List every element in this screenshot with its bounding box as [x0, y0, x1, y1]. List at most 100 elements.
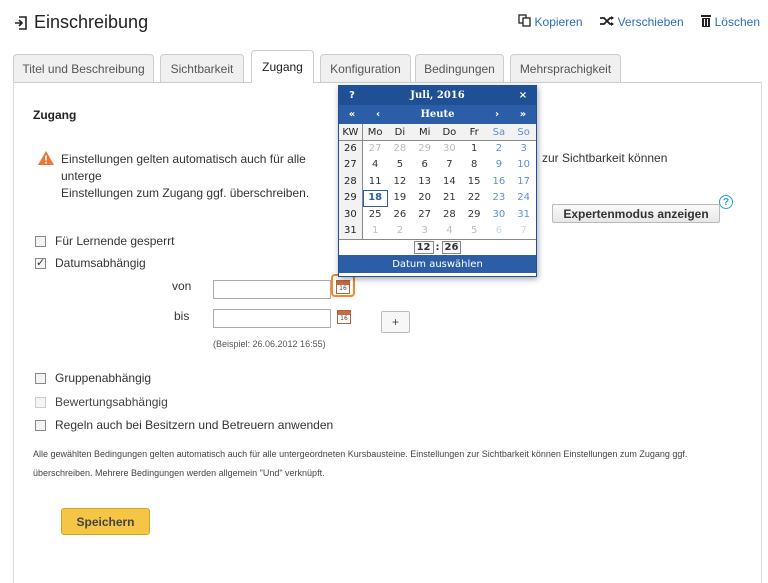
tab-conditions[interactable]: Bedingungen: [415, 54, 504, 82]
calendar-day[interactable]: 11: [363, 174, 388, 190]
tab-visibility[interactable]: Sichtbarkeit: [160, 54, 244, 82]
assessment-dependent-checkbox[interactable]: [35, 396, 46, 408]
from-label: von: [172, 279, 192, 293]
to-calendar-icon[interactable]: 16: [337, 310, 351, 324]
calendar-day[interactable]: 4: [363, 157, 388, 173]
save-button[interactable]: Speichern: [61, 508, 150, 535]
calendar-day[interactable]: 3: [511, 141, 536, 157]
date-dependent-checkbox[interactable]: [35, 256, 46, 269]
select-date-button[interactable]: Datum auswählen: [339, 255, 536, 274]
calendar-day[interactable]: 29: [412, 141, 437, 157]
move-button[interactable]: Verschieben: [599, 14, 684, 30]
prev-year-button[interactable]: «: [339, 109, 365, 120]
calendar-day[interactable]: 21: [437, 190, 462, 206]
calendar-day[interactable]: 16: [487, 174, 512, 190]
page-title: Einschreibung: [34, 12, 149, 32]
owners-rule-checkbox[interactable]: [35, 419, 46, 431]
calendar-day[interactable]: 7: [437, 157, 462, 173]
calendar-day[interactable]: 27: [363, 141, 388, 157]
calendar-time-selector: 12 : 26: [339, 239, 536, 255]
next-month-button[interactable]: ›: [484, 109, 510, 120]
calendar-button-highlight: [331, 274, 355, 297]
calendar-month-year: Juli, 2016: [410, 90, 465, 101]
calendar-day[interactable]: 9: [487, 157, 512, 173]
calendar-day[interactable]: 1: [462, 141, 487, 157]
help-icon[interactable]: ?: [719, 195, 733, 209]
weekday-header: Di: [394, 127, 406, 138]
calendar-day[interactable]: 19: [388, 190, 413, 206]
group-dependent-checkbox[interactable]: [35, 372, 46, 384]
calendar-day[interactable]: 28: [388, 141, 413, 157]
date-dependent-label: Datumsabhängig: [55, 256, 146, 270]
calendar-day[interactable]: 12: [388, 174, 413, 190]
assessment-dependent-option[interactable]: Bewertungsabhängig: [35, 395, 168, 409]
prev-month-button[interactable]: ‹: [365, 109, 391, 120]
calendar-day[interactable]: 22: [462, 190, 487, 206]
date-dependent-option[interactable]: Datumsabhängig: [35, 256, 146, 270]
calendar-day[interactable]: 28: [437, 207, 462, 223]
calendar-day[interactable]: 5: [388, 157, 413, 173]
calendar-day[interactable]: 27: [412, 207, 437, 223]
weekday-header: Mi: [418, 127, 431, 138]
group-dependent-option[interactable]: Gruppenabhängig: [35, 371, 151, 385]
weekday-header: Sa: [492, 127, 506, 138]
calendar-day[interactable]: 31: [511, 207, 536, 223]
next-year-button[interactable]: »: [510, 109, 536, 120]
calendar-day[interactable]: 29: [462, 207, 487, 223]
calendar-close-button[interactable]: ×: [510, 90, 536, 101]
weekday-header: Mo: [367, 127, 383, 138]
minute-field[interactable]: 26: [441, 241, 462, 255]
calendar-day[interactable]: 2: [487, 141, 512, 157]
delete-button[interactable]: Löschen: [700, 14, 760, 30]
tab-access[interactable]: Zugang: [251, 50, 314, 83]
calendar-day[interactable]: 18: [362, 190, 388, 207]
locked-option[interactable]: Für Lernende gesperrt: [35, 234, 174, 248]
calendar-day[interactable]: 30: [487, 207, 512, 223]
tab-title-description[interactable]: Titel und Beschreibung: [13, 54, 154, 82]
date-picker-popup: ? Juli, 2016 × « ‹ Heute › » KW Mo Di Mi…: [338, 85, 537, 277]
calendar-day[interactable]: 2: [388, 223, 413, 239]
week-number: 27: [339, 157, 363, 174]
tab-multilanguage[interactable]: Mehrsprachigkeit: [510, 54, 621, 82]
calendar-day[interactable]: 25: [363, 207, 388, 223]
from-date-input[interactable]: [213, 280, 331, 299]
calendar-day[interactable]: 17: [511, 174, 536, 190]
calendar-day[interactable]: 13: [412, 174, 437, 190]
calendar-day[interactable]: 24: [511, 190, 536, 206]
tab-label: Konfiguration: [330, 61, 401, 76]
calendar-day[interactable]: 23: [487, 190, 512, 206]
calendar-day[interactable]: 8: [462, 157, 487, 173]
calendar-day[interactable]: 14: [437, 174, 462, 190]
move-label: Verschieben: [617, 15, 684, 29]
calendar-day[interactable]: 6: [412, 157, 437, 173]
calendar-day[interactable]: 7: [511, 223, 536, 239]
calendar-help-button[interactable]: ?: [339, 90, 365, 101]
calendar-day[interactable]: 30: [437, 141, 462, 157]
tab-bar: Titel und Beschreibung Sichtbarkeit Zuga…: [13, 50, 764, 83]
copy-icon: [517, 14, 532, 30]
locked-label: Für Lernende gesperrt: [55, 234, 175, 248]
section-title: Zugang: [33, 108, 77, 122]
calendar-day[interactable]: 20: [412, 190, 437, 206]
calendar-day[interactable]: 6: [487, 223, 512, 239]
week-number: 26: [339, 141, 363, 158]
today-button[interactable]: Heute: [391, 109, 484, 120]
locked-checkbox[interactable]: [35, 235, 46, 247]
to-date-input[interactable]: [213, 309, 331, 328]
calendar-day[interactable]: 10: [511, 157, 536, 173]
calendar-day[interactable]: 26: [388, 207, 413, 223]
calendar-day[interactable]: 5: [462, 223, 487, 239]
add-condition-button[interactable]: +: [381, 311, 410, 333]
owners-rule-option[interactable]: Regeln auch bei Besitzern und Betreuern …: [35, 418, 333, 432]
tab-configuration[interactable]: Konfiguration: [320, 54, 411, 82]
kw-header: KW: [339, 124, 363, 140]
hour-field[interactable]: 12: [413, 241, 434, 255]
calendar-grid: 26 27 28 29 30 1 2 3 27 4 5 6 7 8 9 10 28 11 12 13 14 15 16 17 2…: [339, 141, 536, 240]
calendar-day[interactable]: 15: [462, 174, 487, 190]
expert-mode-button[interactable]: Expertenmodus anzeigen: [552, 204, 720, 223]
calendar-day[interactable]: 3: [412, 223, 437, 239]
calendar-day[interactable]: 4: [437, 223, 462, 239]
week-number: 28: [339, 173, 363, 191]
calendar-day[interactable]: 1: [363, 223, 388, 239]
copy-button[interactable]: Kopieren: [517, 14, 583, 30]
